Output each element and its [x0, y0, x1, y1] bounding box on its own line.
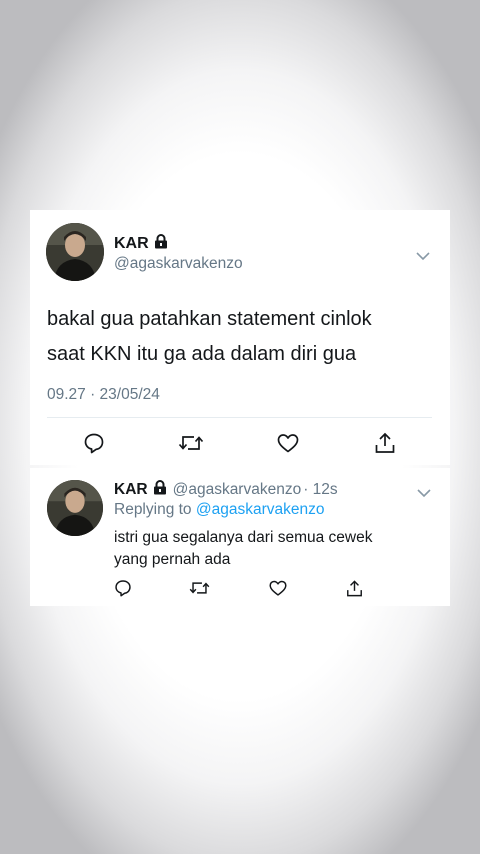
reply-icon[interactable]	[83, 432, 105, 454]
like-icon[interactable]	[276, 432, 300, 454]
lock-icon	[153, 480, 167, 500]
avatar-photo	[46, 223, 104, 281]
reply-text-line: yang pernah ada	[114, 551, 231, 568]
author-name[interactable]: KAR	[114, 235, 149, 253]
author-handle[interactable]: @agaskarvakenzo	[114, 255, 243, 273]
lock-icon	[154, 234, 168, 254]
retweet-icon[interactable]	[189, 579, 210, 597]
replying-to-label: Replying to	[114, 501, 192, 518]
reply-author-row: KAR @agaskarvakenzo · 12s	[114, 480, 338, 500]
reply-text-line: istri gua segalanya dari semua cewek	[114, 529, 373, 546]
tweet-text: bakal gua patahkan statement cinlok saat…	[47, 302, 372, 372]
share-icon[interactable]	[345, 579, 364, 598]
tweet-text-line: bakal gua patahkan statement cinlok	[47, 308, 372, 330]
chevron-down-icon[interactable]	[416, 485, 432, 503]
main-tweet-card: KAR @agaskarvakenzo bakal gua patahkan s…	[30, 210, 450, 465]
avatar-photo	[47, 480, 103, 536]
replying-to-handle[interactable]: @agaskarvakenzo	[196, 501, 325, 518]
author-row: KAR	[114, 234, 168, 254]
reply-text: istri gua segalanya dari semua cewek yan…	[114, 527, 372, 571]
retweet-icon[interactable]	[178, 432, 204, 454]
divider	[47, 417, 432, 418]
reply-icon[interactable]	[114, 579, 132, 597]
avatar[interactable]	[46, 223, 104, 281]
time-ago[interactable]: · 12s	[303, 481, 337, 499]
replying-to: Replying to @agaskarvakenzo	[114, 501, 324, 519]
like-icon[interactable]	[268, 579, 288, 597]
author-handle[interactable]: @agaskarvakenzo	[173, 481, 302, 499]
reply-tweet-card: KAR @agaskarvakenzo · 12s Replying to @a…	[30, 468, 450, 606]
author-name[interactable]: KAR	[114, 481, 148, 499]
reply-action-bar	[114, 578, 364, 598]
action-bar	[83, 431, 397, 455]
timestamp[interactable]: 09.27 · 23/05/24	[47, 386, 160, 404]
tweet-text-line: saat KKN itu ga ada dalam diri gua	[47, 343, 357, 365]
avatar[interactable]	[47, 480, 103, 536]
share-icon[interactable]	[373, 431, 397, 455]
chevron-down-icon[interactable]	[415, 248, 431, 266]
